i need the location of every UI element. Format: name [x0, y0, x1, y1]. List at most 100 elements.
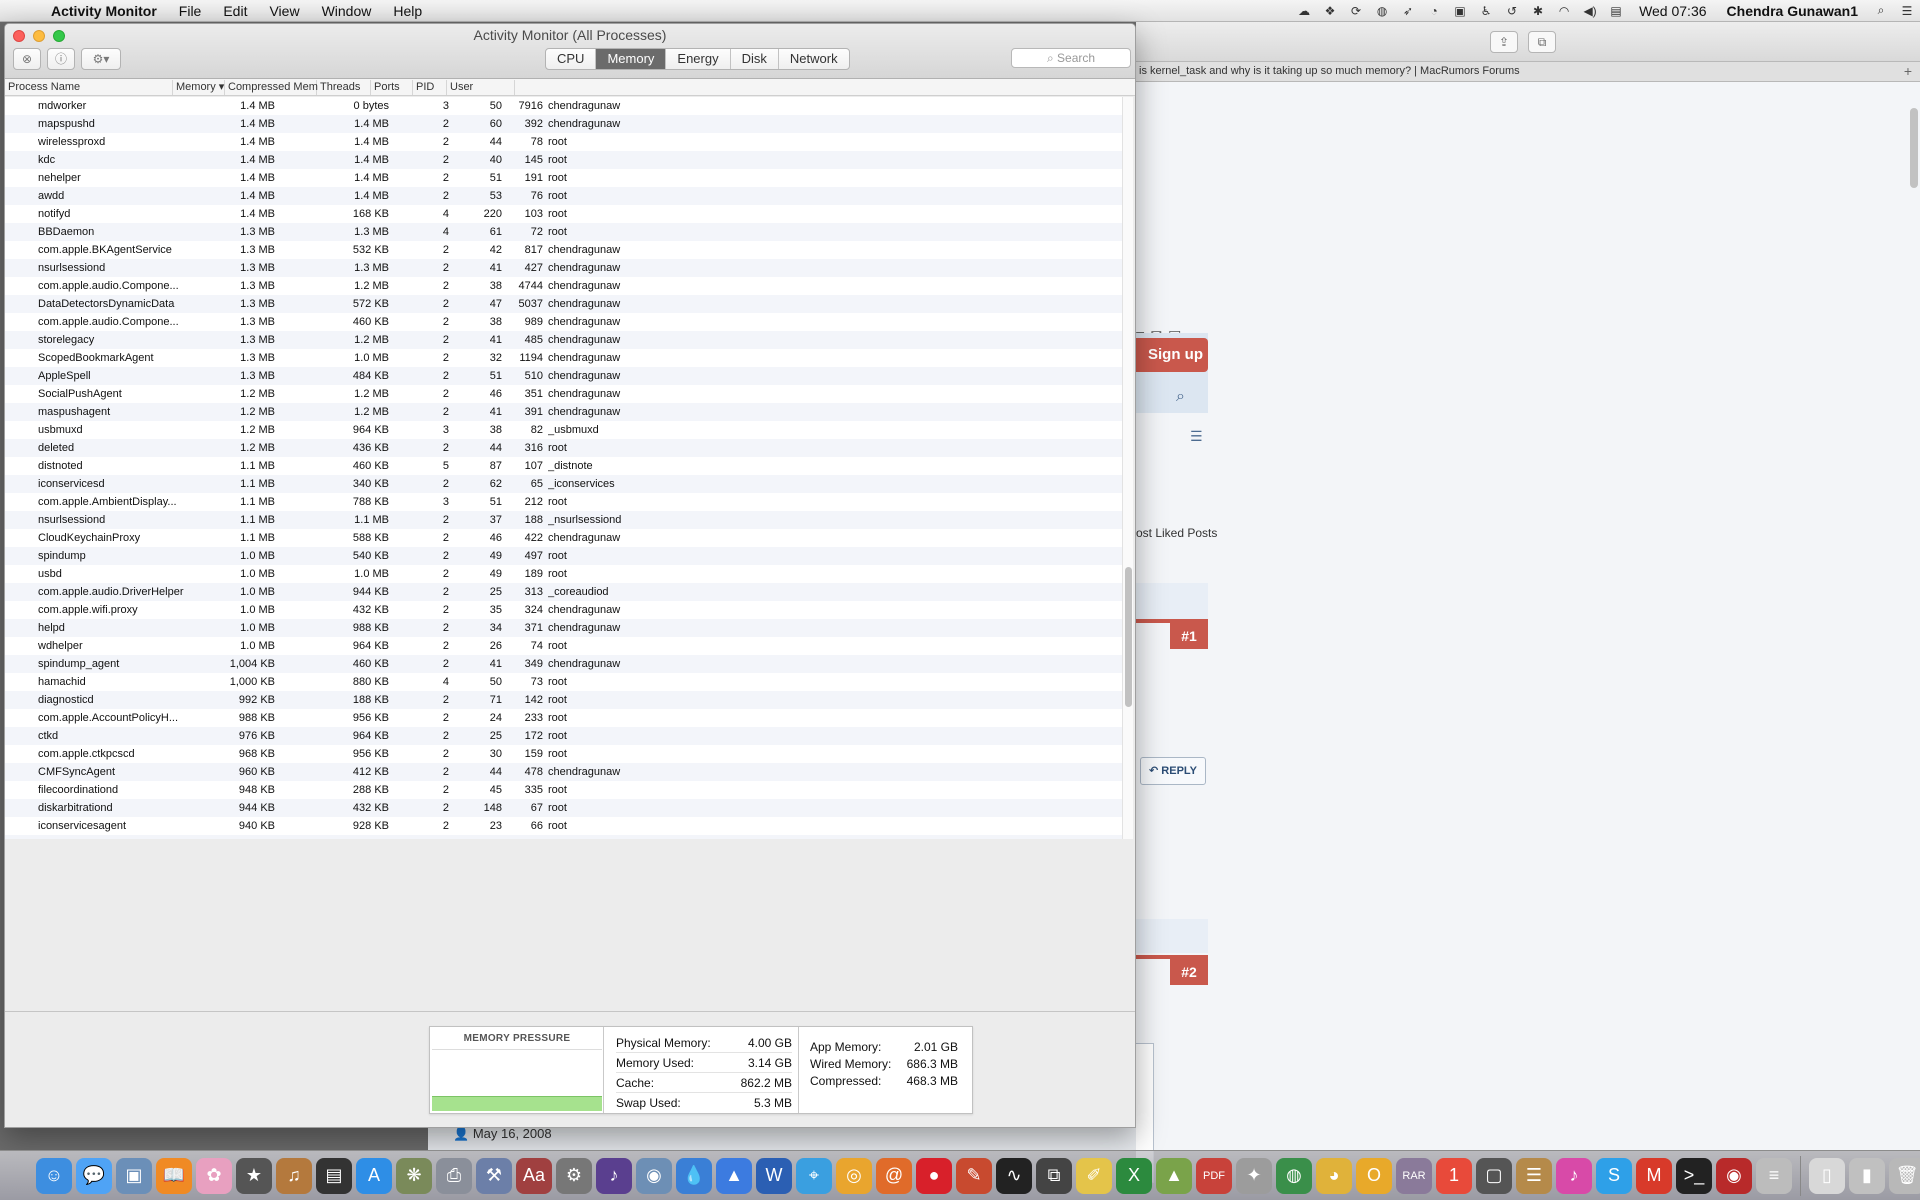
- safari-icon[interactable]: ⌖: [796, 1157, 832, 1194]
- tab-network[interactable]: Network: [779, 49, 849, 69]
- menu-help[interactable]: Help: [382, 0, 433, 22]
- finder-icon[interactable]: ☺: [36, 1157, 72, 1194]
- cloud-tray-icon[interactable]: ☁: [1295, 4, 1313, 18]
- table-row[interactable]: com.apple.ctkpcscd 968 KB 956 KB 2 30 159 root: [5, 745, 1125, 763]
- table-row[interactable]: diskarbitrationd 944 KB 432 KB 2 148 67 root: [5, 799, 1125, 817]
- post-number-badge[interactable]: #2: [1170, 959, 1208, 985]
- menu-file[interactable]: File: [168, 0, 213, 22]
- most-liked-posts-link[interactable]: ost Liked Posts: [1136, 526, 1217, 540]
- table-row[interactable]: SocialPushAgent 1.2 MB 1.2 MB 2 46 351 chendra…: [5, 385, 1125, 403]
- sync-tray-icon[interactable]: ⟳: [1347, 4, 1365, 18]
- table-row[interactable]: ScopedBookmarkAgent 1.3 MB 1.0 MB 2 32 1194 ch…: [5, 349, 1125, 367]
- table-row[interactable]: spindump_agent 1,004 KB 460 KB 2 41 349 chendr…: [5, 655, 1125, 673]
- skype-icon[interactable]: S: [1596, 1157, 1632, 1194]
- scrollbar-thumb[interactable]: [1125, 567, 1132, 707]
- menu-view[interactable]: View: [258, 0, 310, 22]
- table-row[interactable]: com.apple.AmbientDisplay... 1.1 MB 788 KB 3…: [5, 493, 1125, 511]
- col-ports[interactable]: Ports: [371, 80, 413, 95]
- table-row[interactable]: mdworker 1.4 MB 0 bytes 3 50 7916 chendragunaw: [5, 97, 1125, 115]
- messages-icon[interactable]: 💬: [76, 1157, 112, 1194]
- table-row[interactable]: helpd 1.0 MB 988 KB 2 34 371 chendragunaw: [5, 619, 1125, 637]
- spotlight-icon[interactable]: ⌕: [1872, 3, 1890, 18]
- rar-icon[interactable]: RAR: [1396, 1157, 1432, 1194]
- terminal-icon[interactable]: >_: [1676, 1157, 1712, 1194]
- bluetooth-tray-icon[interactable]: ✱: [1529, 4, 1547, 18]
- system-prefs-icon[interactable]: ⚙: [556, 1157, 592, 1194]
- tab-cpu[interactable]: CPU: [546, 49, 597, 69]
- pdf-icon[interactable]: PDF: [1196, 1157, 1232, 1194]
- app-store-icon[interactable]: A: [356, 1157, 392, 1194]
- notification-center-icon[interactable]: ☰: [1898, 4, 1916, 18]
- photo-booth-icon[interactable]: ▤: [316, 1157, 352, 1194]
- menu-edit[interactable]: Edit: [212, 0, 258, 22]
- table-row[interactable]: com.apple.audio.Compone... 1.3 MB 1.2 MB 2 3…: [5, 277, 1125, 295]
- table-row[interactable]: kdc 1.4 MB 1.4 MB 2 40 145 root: [5, 151, 1125, 169]
- table-row[interactable]: ctkd 976 KB 964 KB 2 25 172 root: [5, 727, 1125, 745]
- printer-icon[interactable]: ⎙: [436, 1157, 472, 1194]
- table-row[interactable]: nsurlsessiond 1.1 MB 1.1 MB 2 37 188 _nsurlses…: [5, 511, 1125, 529]
- network-util-icon[interactable]: ⚒: [476, 1157, 512, 1194]
- document-icon[interactable]: ▯: [1809, 1157, 1845, 1194]
- time-machine-tray-icon[interactable]: ↺: [1503, 4, 1521, 18]
- color-wheel-icon[interactable]: ◕: [1316, 1157, 1352, 1194]
- col-process-name[interactable]: Process Name: [5, 80, 173, 95]
- garageband-icon[interactable]: ♫: [276, 1157, 312, 1194]
- preview-icon[interactable]: ▣: [116, 1157, 152, 1194]
- table-row[interactable]: usbd 1.0 MB 1.0 MB 2 49 189 root: [5, 565, 1125, 583]
- quit-process-button[interactable]: ⊗: [13, 48, 41, 70]
- table-row[interactable]: BBDaemon 1.3 MB 1.3 MB 4 61 72 root: [5, 223, 1125, 241]
- table-row[interactable]: notifyd 1.4 MB 168 KB 4 220 103 root: [5, 205, 1125, 223]
- browser-tab-title[interactable]: is kernel_task and why is it taking up s…: [1139, 62, 1890, 81]
- trash-icon[interactable]: 🗑: [1889, 1157, 1920, 1194]
- instruments-icon[interactable]: ♪: [596, 1157, 632, 1194]
- table-row[interactable]: distnoted 1.1 MB 460 KB 5 87 107 _distnote: [5, 457, 1125, 475]
- activity-monitor-icon[interactable]: ∿: [996, 1157, 1032, 1194]
- forum-search-icon[interactable]: ⌕: [1176, 388, 1185, 406]
- itunes-icon[interactable]: ♪: [1556, 1157, 1592, 1194]
- table-row[interactable]: filecoordinationd 948 KB 288 KB 2 45 335 root: [5, 781, 1125, 799]
- tab-disk[interactable]: Disk: [731, 49, 779, 69]
- display-tray-icon[interactable]: ▣: [1451, 4, 1469, 18]
- basic-icon[interactable]: ●: [916, 1157, 952, 1194]
- dictionary-icon[interactable]: Aa: [516, 1157, 552, 1194]
- podcast-icon[interactable]: ◉: [1716, 1157, 1752, 1194]
- inspect-process-button[interactable]: ⓘ: [47, 48, 75, 70]
- action-menu-button[interactable]: ⚙▾: [81, 48, 121, 70]
- water-icon[interactable]: 💧: [676, 1157, 712, 1194]
- new-tab-icon[interactable]: +: [1904, 62, 1912, 81]
- menubar-clock[interactable]: Wed 07:36: [1629, 3, 1716, 19]
- table-row[interactable]: CMFSyncAgent 960 KB 412 KB 2 44 478 chendragun…: [5, 763, 1125, 781]
- table-row[interactable]: mapspushd 1.4 MB 1.4 MB 2 60 392 chendragunaw: [5, 115, 1125, 133]
- vlc-icon[interactable]: ▢: [1476, 1157, 1512, 1194]
- table-row[interactable]: nsurlsessiond 1.3 MB 1.3 MB 2 41 427 chendragu…: [5, 259, 1125, 277]
- ring-icon[interactable]: O: [1356, 1157, 1392, 1194]
- table-row[interactable]: com.apple.audio.DriverHelper 1.0 MB 944 KB…: [5, 583, 1125, 601]
- col-compressed-mem[interactable]: Compressed Mem: [225, 80, 318, 95]
- table-row[interactable]: wdhelper 1.0 MB 964 KB 2 26 74 root: [5, 637, 1125, 655]
- mail-icon[interactable]: @: [876, 1157, 912, 1194]
- post-number-badge[interactable]: #1: [1170, 623, 1208, 649]
- table-row[interactable]: awdd 1.4 MB 1.4 MB 2 53 76 root: [5, 187, 1125, 205]
- mario-icon[interactable]: M: [1636, 1157, 1672, 1194]
- flag-tray-icon[interactable]: ▤: [1607, 4, 1625, 18]
- calendar-icon[interactable]: 1: [1436, 1157, 1472, 1194]
- menu-app-name[interactable]: Activity Monitor: [40, 0, 168, 22]
- list-view-icon[interactable]: ☰: [1190, 428, 1203, 445]
- table-row[interactable]: wirelessproxd 1.4 MB 1.4 MB 2 44 78 root: [5, 133, 1125, 151]
- tab-energy[interactable]: Energy: [666, 49, 731, 69]
- disk-utility-icon[interactable]: ◉: [636, 1157, 672, 1194]
- tab-memory[interactable]: Memory: [596, 49, 667, 69]
- col-pid[interactable]: PID: [413, 80, 447, 95]
- dropbox-tray-icon[interactable]: ❖: [1321, 4, 1339, 18]
- rocket-tray-icon[interactable]: ➶: [1399, 4, 1417, 18]
- photos-icon[interactable]: ✿: [196, 1157, 232, 1194]
- ibooks-icon[interactable]: 📖: [156, 1157, 192, 1194]
- keynote-icon[interactable]: ▲: [716, 1157, 752, 1194]
- table-row[interactable]: com.apple.AccountPolicyH... 988 KB 956 KB 2…: [5, 709, 1125, 727]
- table-row[interactable]: nehelper 1.4 MB 1.4 MB 2 51 191 root: [5, 169, 1125, 187]
- pencil-icon[interactable]: ✎: [956, 1157, 992, 1194]
- col-user[interactable]: User: [447, 80, 515, 95]
- table-row[interactable]: com.apple.audio.SandboxH...932 KB348 KB2…: [5, 835, 1125, 839]
- terrain-icon[interactable]: ▲: [1156, 1157, 1192, 1194]
- notes-icon[interactable]: ✐: [1076, 1157, 1112, 1194]
